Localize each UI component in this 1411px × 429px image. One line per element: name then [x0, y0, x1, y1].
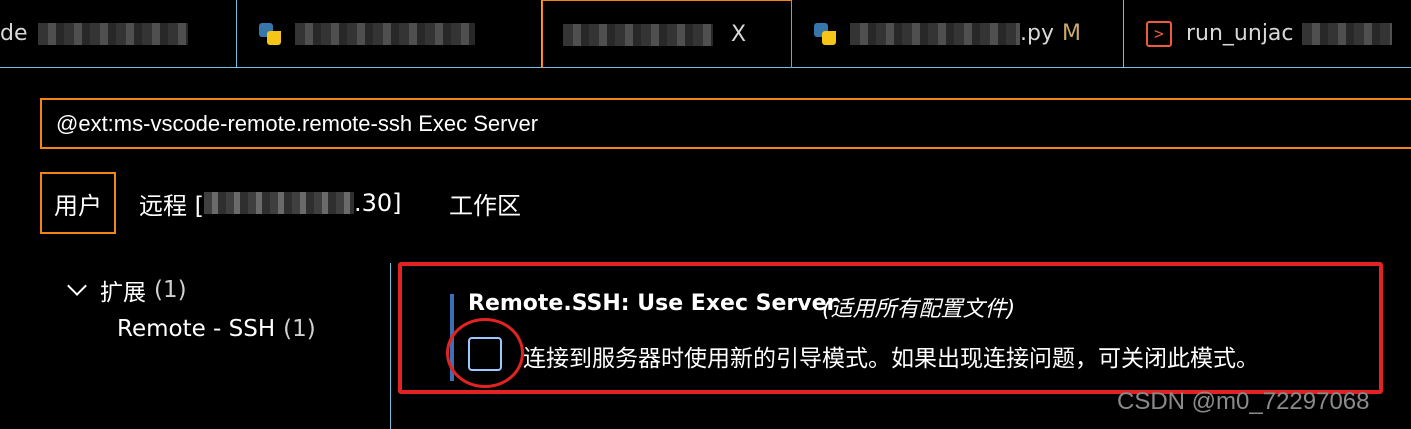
tab-user[interactable]: 用户 [40, 172, 116, 234]
tab-4-label: .py [1020, 21, 1054, 46]
watermark: CSDN @m0_72297068 [1117, 388, 1370, 415]
python-icon [814, 22, 836, 45]
redacted-tab-label [850, 22, 1020, 45]
redacted-tab-label [1301, 22, 1392, 45]
tab-workspace-label: 工作区 [449, 191, 521, 220]
python-icon [259, 22, 281, 45]
tab-user-label: 用户 [54, 191, 102, 220]
tab-remote[interactable]: 远程 [ .30] [139, 172, 402, 234]
toc-remote-ssh-label: Remote - SSH [117, 316, 276, 342]
modified-badge: M [1061, 21, 1081, 46]
toc-extensions-label: 扩展 [100, 280, 146, 306]
tab-remote-suffix: .30] [354, 189, 402, 217]
toc-item-remote-ssh[interactable]: Remote - SSH (1) [117, 316, 316, 342]
tab-remote-prefix: 远程 [ [139, 191, 204, 220]
vscode-settings-window: de X .py M > run_unjac @ext:ms-vscode-re… [0, 0, 1411, 429]
redacted-tab-label [295, 22, 475, 45]
editor-tab-4[interactable]: .py M [792, 0, 1124, 67]
editor-tab-3-active[interactable]: X [542, 0, 792, 68]
editor-tab-2[interactable] [237, 0, 542, 67]
redacted-tab-label [37, 22, 188, 45]
search-query: @ext:ms-vscode-remote.remote-ssh Exec Se… [56, 110, 539, 136]
tab-5-label: run_unjac [1186, 21, 1294, 46]
toc-divider[interactable] [390, 263, 391, 429]
redacted-tab-label [563, 23, 713, 46]
editor-tab-bar: de X .py M > run_unjac [0, 0, 1411, 68]
close-tab-icon[interactable]: X [731, 22, 746, 47]
tab-workspace[interactable]: 工作区 [449, 172, 521, 234]
settings-search-input[interactable]: @ext:ms-vscode-remote.remote-ssh Exec Se… [40, 98, 1411, 149]
annotation-rectangle [398, 262, 1383, 394]
chevron-down-icon[interactable] [67, 276, 87, 296]
toc-extensions-count: (1) [154, 277, 187, 303]
toc-remote-ssh-count: (1) [283, 316, 316, 342]
tab-1-label: de [0, 21, 28, 46]
toc-item-extensions[interactable]: 扩展 (1) [67, 273, 187, 307]
terminal-icon: > [1146, 20, 1172, 47]
editor-tab-1[interactable]: de [0, 0, 237, 67]
redacted-host [204, 192, 354, 214]
annotation-circle [446, 318, 524, 388]
editor-tab-5[interactable]: > run_unjac [1124, 0, 1411, 67]
